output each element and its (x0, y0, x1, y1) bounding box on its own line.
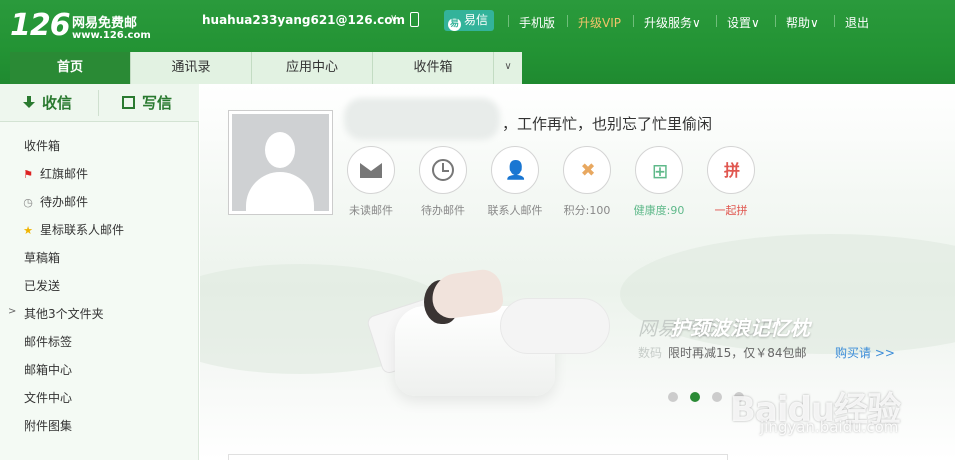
todo-mail-label[interactable]: 待办邮件 (408, 202, 478, 218)
points-label[interactable]: 积分:100 (552, 202, 622, 218)
chevron-down-icon[interactable]: ∨ (390, 13, 397, 24)
greeting-text: ，工作再忙，也别忘了忙里偷闲 (502, 115, 713, 133)
divider (508, 15, 509, 27)
sidebar-item-todo[interactable]: ◷ 待办邮件 (22, 193, 88, 210)
sidebar: 收信 写信 收件箱 ⚑ 红旗邮件 ◷ 待办邮件 ★ 星标联系人邮件 草稿箱 已发送 >… (0, 84, 199, 460)
health-button[interactable]: ⊞ (635, 146, 683, 194)
avatar[interactable] (228, 110, 333, 215)
chevron-right-icon[interactable]: > (8, 306, 16, 317)
write-button[interactable]: 写信 (122, 84, 172, 122)
contact-mail-label[interactable]: 联系人邮件 (480, 202, 550, 218)
unread-mail-button[interactable] (347, 146, 395, 194)
mail-icon (360, 163, 382, 178)
divider (834, 15, 835, 27)
logo-domain: www.126.com (72, 30, 151, 41)
contact-mail-button[interactable]: 👤 (491, 146, 539, 194)
pin-icon: 拼 (723, 161, 740, 180)
group-buy-button[interactable]: 拼 (707, 146, 755, 194)
settings-menu[interactable]: 设置∨ (727, 14, 760, 31)
star-icon: ★ (23, 224, 33, 237)
receive-button[interactable]: 收信 (22, 84, 72, 122)
divider (716, 15, 717, 27)
compose-bar: 收信 写信 (0, 84, 199, 122)
sidebar-item-label: 星标联系人邮件 (40, 223, 125, 237)
tab-home[interactable]: 首页 (10, 52, 131, 84)
mobile-link[interactable]: 手机版 (519, 14, 555, 31)
account-email[interactable]: huahua233yang621@126.com (202, 13, 405, 27)
edit-icon (122, 96, 135, 109)
yixin-button[interactable]: 易易信 (444, 10, 495, 31)
help-menu[interactable]: 帮助∨ (786, 14, 819, 31)
banner-subtitle[interactable]: 限时再减15，仅￥84包邮 (668, 344, 807, 361)
top-bar: 126 网易免费邮 www.126.com huahua233yang621@1… (0, 0, 955, 84)
chevron-down-icon: ∨ (504, 61, 512, 72)
banner-buy-link[interactable]: 购买请 >> (835, 344, 895, 361)
sidebar-item-inbox[interactable]: 收件箱 (24, 137, 60, 154)
points-icon: ✖ (580, 160, 596, 181)
sidebar-item-flagged[interactable]: ⚑ 红旗邮件 (22, 165, 88, 182)
clock-icon: ◷ (23, 196, 33, 209)
divider (633, 15, 634, 27)
banner-model-image (500, 298, 610, 354)
tabs-more-button[interactable]: ∨ (494, 52, 522, 84)
flag-icon: ⚑ (23, 168, 33, 181)
download-icon (22, 96, 36, 110)
sidebar-item-drafts[interactable]: 草稿箱 (24, 249, 60, 266)
carousel-dot-active[interactable] (690, 392, 700, 402)
blurred-username (344, 98, 500, 140)
sidebar-item-sent[interactable]: 已发送 (24, 277, 60, 294)
banner-background-sub: 数码 (638, 346, 663, 360)
points-button[interactable]: ✖ (563, 146, 611, 194)
sidebar-item-attachment-gallery[interactable]: 附件图集 (24, 417, 72, 434)
group-buy-label[interactable]: 一起拼 (696, 202, 766, 218)
write-label: 写信 (142, 94, 173, 112)
health-label[interactable]: 健康度:90 (624, 202, 694, 218)
phone-icon[interactable] (410, 12, 419, 27)
sidebar-item-other-folders[interactable]: 其他3个文件夹 (24, 305, 104, 322)
sidebar-item-label: 红旗邮件 (40, 167, 89, 181)
clock-icon (432, 159, 454, 181)
upgrade-service-menu[interactable]: 升级服务∨ (644, 14, 701, 31)
baidu-watermark-url: jingyan.baidu.com (760, 418, 899, 436)
yixin-icon: 易 (448, 18, 461, 31)
sidebar-item-mail-tags[interactable]: 邮件标签 (24, 333, 72, 350)
sidebar-item-label: 待办邮件 (40, 195, 89, 209)
yixin-label: 易信 (464, 13, 489, 27)
content-card (228, 454, 728, 460)
logout-link[interactable]: 退出 (845, 14, 869, 31)
health-kit-icon: ⊞ (651, 159, 669, 183)
divider (98, 90, 99, 116)
todo-mail-button[interactable] (419, 146, 467, 194)
tab-contacts[interactable]: 通讯录 (131, 52, 252, 84)
divider (775, 15, 776, 27)
sidebar-item-mailbox-center[interactable]: 邮箱中心 (24, 361, 72, 378)
tab-app-center[interactable]: 应用中心 (252, 52, 373, 84)
default-avatar-icon (232, 114, 329, 211)
receive-label: 收信 (42, 94, 73, 112)
divider (567, 15, 568, 27)
carousel-dot[interactable] (712, 392, 722, 402)
contact-star-icon: 👤 (504, 160, 528, 181)
banner-title[interactable]: 护颈波浪记忆枕 (670, 312, 810, 341)
carousel-dot[interactable] (668, 392, 678, 402)
logo-service-name: 网易免费邮 (72, 16, 138, 31)
logo-number: 126 (10, 8, 71, 43)
unread-mail-label[interactable]: 未读邮件 (336, 202, 406, 218)
tab-inbox[interactable]: 收件箱 (373, 52, 494, 84)
vip-link[interactable]: 升级VIP (578, 14, 621, 31)
sidebar-item-file-center[interactable]: 文件中心 (24, 389, 72, 406)
sidebar-item-starred-contacts[interactable]: ★ 星标联系人邮件 (22, 221, 124, 238)
